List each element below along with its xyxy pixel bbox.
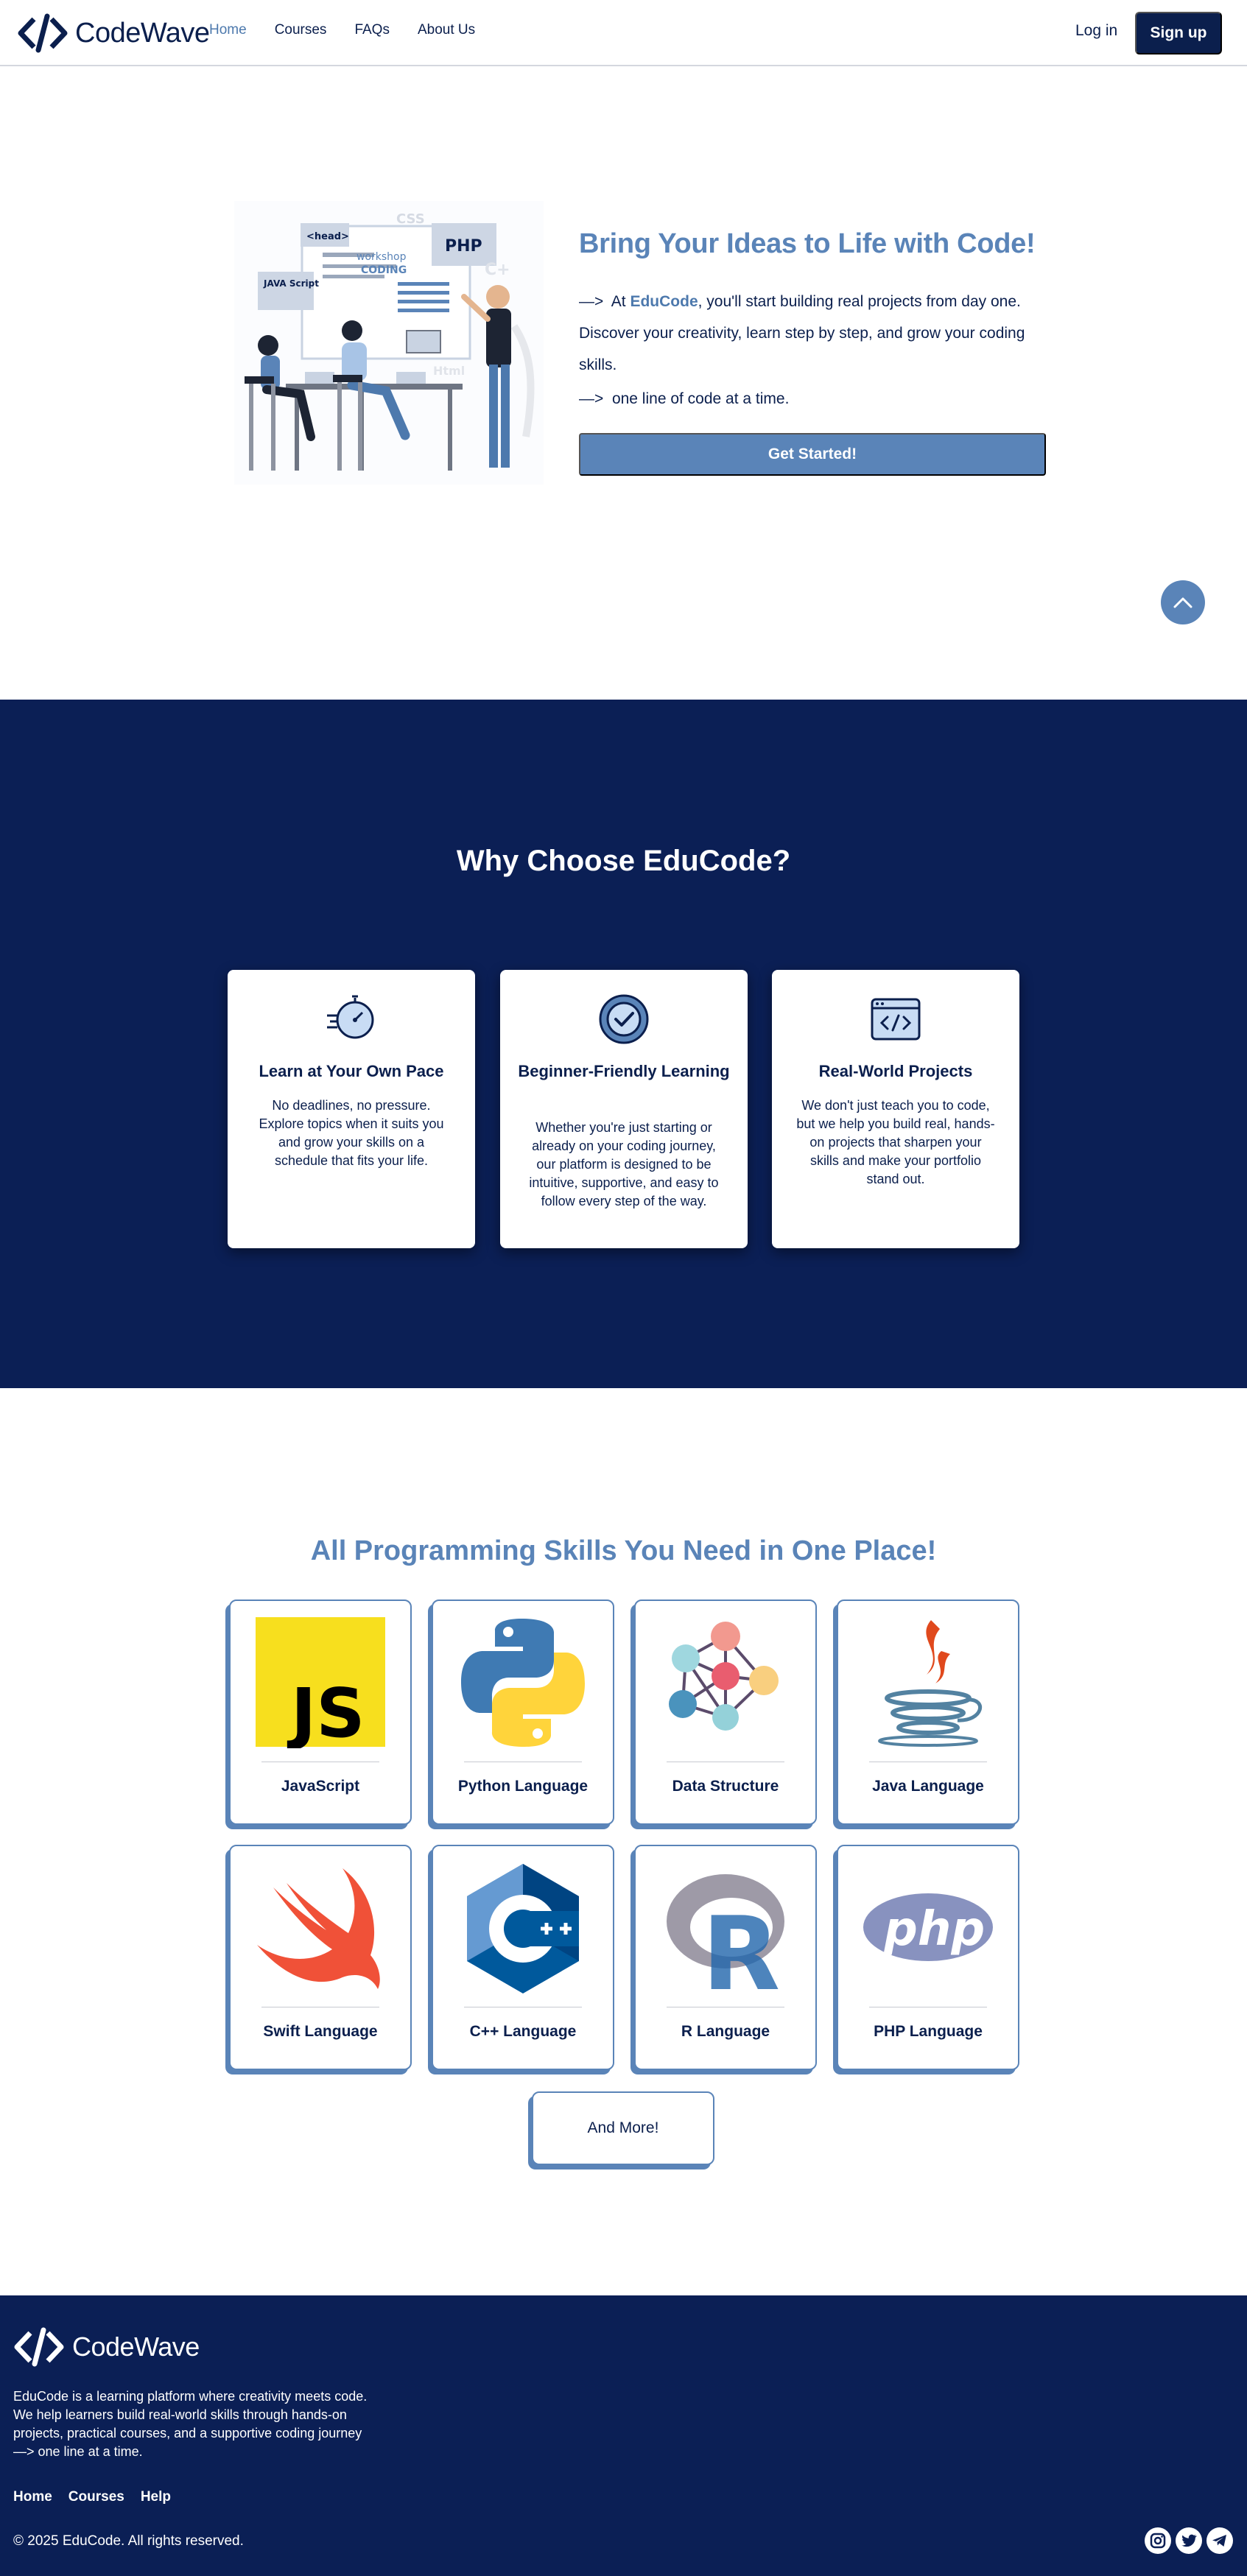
- skill-card-php[interactable]: php PHP Language: [837, 1845, 1019, 2070]
- footer-desc-line: projects, practical courses, and a suppo…: [13, 2426, 362, 2440]
- skill-card-r[interactable]: R R Language: [634, 1845, 817, 2070]
- footer-link-courses[interactable]: Courses: [69, 2489, 124, 2505]
- nav-link-faqs[interactable]: FAQs: [354, 22, 390, 38]
- feature-card-projects: Real-World Projects We don't just teach …: [772, 970, 1019, 1248]
- speed-clock-icon: [327, 995, 374, 1039]
- twitter-link[interactable]: [1176, 2527, 1202, 2554]
- nav-link-courses[interactable]: Courses: [275, 22, 327, 38]
- feature-card-beginner: Beginner-Friendly Learning Whether you'r…: [500, 970, 748, 1248]
- illus-workshop-text: workshop: [356, 251, 407, 263]
- code-brackets-logo-icon: [18, 13, 68, 53]
- skill-label-cpp: C++ Language: [469, 2023, 577, 2040]
- hero-arrow: —>: [579, 293, 604, 310]
- check-badge-icon: [599, 994, 649, 1044]
- cpp-logo-icon: [467, 1864, 579, 1993]
- hero-title: Bring Your Ideas to Life with Code!: [579, 228, 1036, 259]
- skill-label-swift: Swift Language: [263, 2023, 378, 2040]
- illus-php-tag: PHP: [445, 237, 482, 256]
- signup-button[interactable]: Sign up: [1135, 12, 1222, 54]
- footer-desc-line: —> one line at a time.: [13, 2444, 143, 2459]
- r-logo-text: R: [702, 1895, 780, 1993]
- telegram-icon: [1212, 2535, 1226, 2547]
- footer-logo[interactable]: CodeWave: [13, 2327, 200, 2367]
- code-window-icon: [871, 998, 921, 1041]
- illus-css-tag: CSS: [396, 211, 425, 227]
- js-logo-text: JS: [287, 1674, 365, 1748]
- instagram-icon: [1150, 2533, 1166, 2549]
- footer-description: EduCode is a learning platform where cre…: [13, 2387, 396, 2461]
- swift-logo-icon: [257, 1868, 380, 1989]
- skills-title: All Programming Skills You Need in One P…: [310, 1535, 937, 1566]
- illus-head-tag: <head>: [306, 231, 349, 242]
- skill-card-python[interactable]: Python Language: [432, 1600, 614, 1825]
- brand-name: CodeWave: [75, 17, 210, 49]
- data-structure-graph-icon: [669, 1622, 779, 1731]
- chevron-up-icon: [1173, 597, 1192, 608]
- twitter-icon: [1181, 2534, 1197, 2547]
- hero-tagline-text: one line of code at a time.: [611, 390, 790, 407]
- r-logo-icon: R: [667, 1874, 784, 1993]
- feature-title-beginner: Beginner-Friendly Learning: [518, 1062, 730, 1080]
- scroll-to-top-button[interactable]: [1161, 580, 1205, 624]
- skill-label-python: Python Language: [457, 1778, 589, 1795]
- feature-text-projects: We don't just teach you to code, but we …: [796, 1098, 995, 1186]
- javascript-logo-icon: JS: [256, 1617, 385, 1748]
- skill-label-java: Java Language: [872, 1778, 984, 1795]
- copyright: © 2025 EduCode. All rights reserved.: [13, 2533, 244, 2549]
- top-navbar: CodeWave Home Courses FAQs About Us Log …: [0, 0, 1247, 66]
- skill-card-swift[interactable]: Swift Language: [229, 1845, 412, 2070]
- skill-card-cpp[interactable]: C++ Language: [432, 1845, 614, 2070]
- instagram-link[interactable]: [1145, 2527, 1171, 2554]
- hero-tagline: —> one line of code at a time.: [579, 390, 789, 408]
- footer-links: Home Courses Help: [13, 2489, 171, 2505]
- footer-brand-name: CodeWave: [72, 2332, 200, 2362]
- hero-brand-highlight: EduCode: [630, 293, 698, 310]
- php-logo-icon: php: [863, 1893, 993, 1961]
- feature-title-projects: Real-World Projects: [818, 1062, 973, 1080]
- skill-label-r: R Language: [681, 2023, 770, 2040]
- illus-coding-text: CODING: [361, 264, 407, 276]
- php-logo-text: php: [883, 1902, 985, 1957]
- skill-label-javascript: JavaScript: [281, 1778, 360, 1795]
- nav-link-about-us[interactable]: About Us: [418, 22, 475, 38]
- login-link[interactable]: Log in: [1075, 22, 1117, 40]
- footer-desc-line: EduCode is a learning platform where cre…: [13, 2389, 368, 2404]
- brand-logo[interactable]: CodeWave: [18, 13, 210, 53]
- illus-html-tag: Html: [433, 364, 465, 378]
- python-logo-icon: [461, 1619, 585, 1747]
- code-brackets-logo-icon: [14, 2327, 64, 2367]
- get-started-button[interactable]: Get Started!: [579, 433, 1046, 476]
- footer-link-help[interactable]: Help: [141, 2489, 171, 2505]
- feature-text-pace: No deadlines, no pressure. Explore topic…: [259, 1098, 444, 1168]
- feature-text-beginner: Whether you're just starting or already …: [529, 1120, 719, 1208]
- skill-card-javascript[interactable]: JS JavaScript: [229, 1600, 412, 1825]
- footer-link-home[interactable]: Home: [13, 2489, 52, 2505]
- skill-label-data-structure: Data Structure: [672, 1778, 779, 1795]
- main-nav: Home Courses FAQs About Us: [209, 22, 475, 38]
- skill-label-php: PHP Language: [874, 2023, 983, 2040]
- feature-card-pace: Learn at Your Own Pace No deadlines, no …: [228, 970, 475, 1248]
- skill-card-data-structure[interactable]: Data Structure: [634, 1600, 817, 1825]
- footer-desc-line: We help learners build real-world skills…: [13, 2407, 347, 2422]
- feature-title-pace: Learn at Your Own Pace: [259, 1062, 444, 1080]
- nav-link-home[interactable]: Home: [209, 22, 247, 38]
- hero-description: —> At EduCode, you'll start building rea…: [579, 286, 1058, 381]
- hero-tagline-arrow: —>: [579, 390, 604, 407]
- java-logo-icon: [878, 1620, 983, 1747]
- coding-workshop-illustration: <head> PHP CSS workshop CODING JAVA Scri…: [234, 201, 544, 485]
- telegram-link[interactable]: [1206, 2527, 1233, 2554]
- illus-c-tag: C+: [485, 261, 510, 279]
- hero-text-start: At: [611, 293, 630, 310]
- social-links: [1145, 2527, 1233, 2554]
- and-more-button[interactable]: And More!: [532, 2091, 714, 2165]
- skill-card-java[interactable]: Java Language: [837, 1600, 1019, 1825]
- illus-java-tag: JAVA Script: [263, 278, 319, 289]
- why-title: Why Choose EduCode?: [456, 845, 791, 877]
